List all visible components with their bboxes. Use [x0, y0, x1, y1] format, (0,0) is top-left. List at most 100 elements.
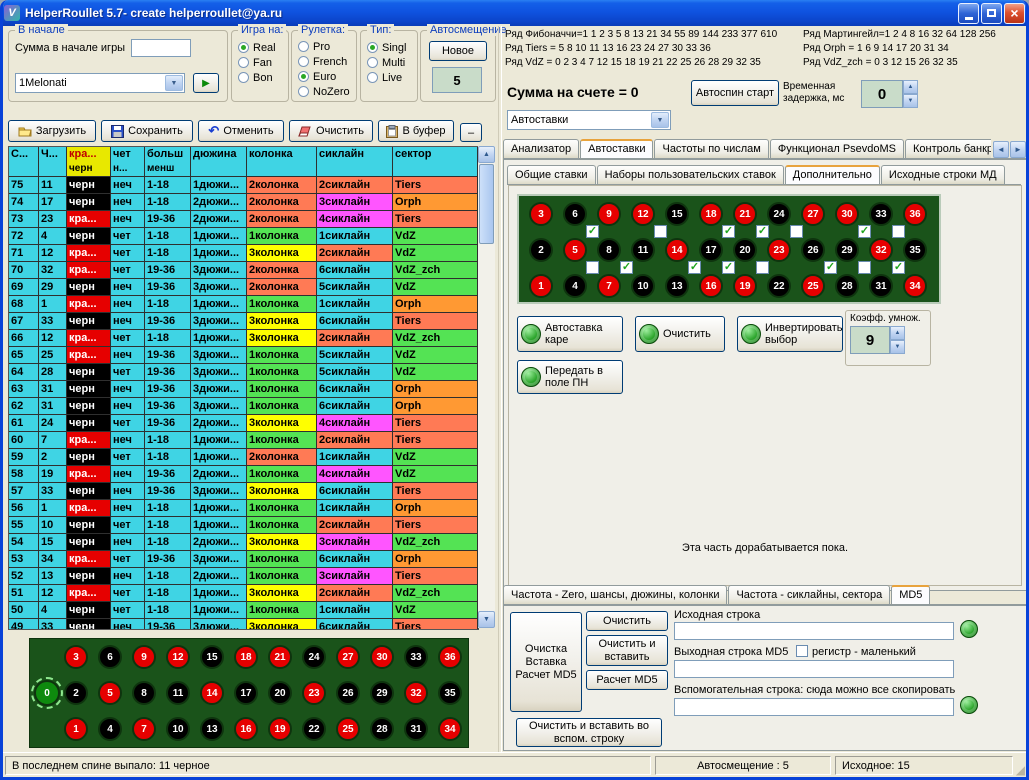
- bottom-tab-2[interactable]: MD5: [891, 585, 930, 604]
- autospin-button[interactable]: Автоспин старт: [691, 80, 779, 106]
- roulette-number[interactable]: 36: [438, 645, 462, 669]
- play-button[interactable]: ▶: [193, 73, 219, 93]
- clear-button[interactable]: Очистить: [289, 120, 373, 142]
- radio-option-live[interactable]: Live: [361, 70, 417, 85]
- to-buffer-button[interactable]: В буфер: [378, 120, 454, 142]
- load-button[interactable]: Загрузить: [8, 120, 96, 142]
- md5-case-option[interactable]: регистр - маленький: [796, 645, 916, 658]
- roulette-number[interactable]: 33: [869, 202, 893, 226]
- roulette-number[interactable]: 36: [903, 202, 927, 226]
- roulette-number[interactable]: 5: [563, 238, 587, 262]
- main-tab-1[interactable]: Автоставки: [580, 139, 653, 158]
- roulette-number[interactable]: 26: [336, 681, 360, 705]
- sub-tab-2[interactable]: Дополнительно: [785, 165, 880, 184]
- sub-tab-0[interactable]: Общие ставки: [507, 165, 596, 184]
- sub-tab-1[interactable]: Наборы пользовательских ставок: [597, 165, 784, 184]
- roulette-number[interactable]: 11: [166, 681, 190, 705]
- corner-bet-checkbox[interactable]: ✓: [824, 261, 837, 274]
- roulette-number[interactable]: 35: [438, 681, 462, 705]
- scroll-down-button[interactable]: ▼: [478, 611, 495, 628]
- corner-bet-checkbox[interactable]: [790, 225, 803, 238]
- roulette-number[interactable]: 8: [597, 238, 621, 262]
- roulette-number[interactable]: 6: [563, 202, 587, 226]
- roulette-number[interactable]: 14: [665, 238, 689, 262]
- roulette-number[interactable]: 7: [597, 274, 621, 298]
- md5-clear-button[interactable]: Очистить: [586, 611, 668, 631]
- roulette-number[interactable]: 2: [529, 238, 553, 262]
- chevron-down-icon[interactable]: ▼: [651, 112, 669, 128]
- main-tab-3[interactable]: Функционал PsevdoMS: [770, 139, 904, 158]
- roulette-number[interactable]: 26: [801, 238, 825, 262]
- roulette-number[interactable]: 16: [699, 274, 723, 298]
- chevron-down-icon[interactable]: ▼: [165, 75, 183, 91]
- roulette-number[interactable]: 6: [98, 645, 122, 669]
- roulette-number[interactable]: 8: [132, 681, 156, 705]
- bottom-tab-1[interactable]: Частота - сиклайны, сектора: [728, 585, 890, 604]
- bottom-tab-0[interactable]: Частота - Zero, шансы, дюжины, колонки: [503, 585, 727, 604]
- roulette-number[interactable]: 29: [370, 681, 394, 705]
- radio-option-real[interactable]: Real: [232, 40, 288, 55]
- radio-option-bon[interactable]: Bon: [232, 70, 288, 85]
- roulette-number[interactable]: 13: [665, 274, 689, 298]
- corner-bet-checkbox[interactable]: [654, 225, 667, 238]
- title-bar[interactable]: V HelperRoullet 5.7- create helperroulle…: [0, 0, 1029, 26]
- roulette-number[interactable]: 18: [234, 645, 258, 669]
- radio-option-multi[interactable]: Multi: [361, 55, 417, 70]
- roulette-number[interactable]: 17: [699, 238, 723, 262]
- corner-bet-checkbox[interactable]: ✓: [620, 261, 633, 274]
- preset-combo[interactable]: 1Melonati ▼: [15, 73, 185, 93]
- corner-bet-checkbox[interactable]: ✓: [892, 261, 905, 274]
- roulette-number[interactable]: 33: [404, 645, 428, 669]
- tabs-scroll-left-button[interactable]: ◄: [993, 141, 1009, 158]
- roulette-number[interactable]: 34: [438, 717, 462, 741]
- roulette-number[interactable]: 10: [166, 717, 190, 741]
- main-tab-0[interactable]: Анализатор: [503, 139, 579, 158]
- md5-calc-button[interactable]: Расчет MD5: [586, 670, 668, 690]
- corner-bet-checkbox[interactable]: ✓: [722, 261, 735, 274]
- roulette-number[interactable]: 9: [597, 202, 621, 226]
- roulette-number[interactable]: 29: [835, 238, 859, 262]
- corner-bet-checkbox[interactable]: [892, 225, 905, 238]
- roulette-number[interactable]: 15: [200, 645, 224, 669]
- roulette-number[interactable]: 23: [767, 238, 791, 262]
- spin-up-button[interactable]: ▲: [890, 326, 905, 340]
- roulette-number[interactable]: 2: [64, 681, 88, 705]
- roulette-number[interactable]: 10: [631, 274, 655, 298]
- roulette-number[interactable]: 32: [404, 681, 428, 705]
- sub-tab-3[interactable]: Исходные строки МД: [881, 165, 1005, 184]
- roulette-number[interactable]: 17: [234, 681, 258, 705]
- roulette-number[interactable]: 11: [631, 238, 655, 262]
- undo-button[interactable]: ↶ Отменить: [198, 120, 284, 142]
- autobets-combo[interactable]: Автоставки ▼: [507, 110, 671, 130]
- roulette-number[interactable]: 12: [631, 202, 655, 226]
- corner-bet-checkbox[interactable]: [858, 261, 871, 274]
- roulette-number[interactable]: 12: [166, 645, 190, 669]
- corner-bet-checkbox[interactable]: ✓: [586, 225, 599, 238]
- roulette-number[interactable]: 24: [302, 645, 326, 669]
- main-tab-2[interactable]: Частоты по числам: [654, 139, 768, 158]
- roulette-number[interactable]: 18: [699, 202, 723, 226]
- roulette-number[interactable]: 31: [869, 274, 893, 298]
- roulette-number[interactable]: 25: [801, 274, 825, 298]
- roulette-number[interactable]: 27: [801, 202, 825, 226]
- spin-down-button[interactable]: ▼: [903, 94, 918, 108]
- collapse-button[interactable]: –: [460, 123, 482, 142]
- md5-aux-input[interactable]: [674, 698, 954, 716]
- radio-option-nozero[interactable]: NoZero: [292, 84, 356, 99]
- roulette-number[interactable]: 0: [34, 680, 60, 706]
- radio-option-fan[interactable]: Fan: [232, 55, 288, 70]
- roulette-number[interactable]: 4: [98, 717, 122, 741]
- roulette-number[interactable]: 27: [336, 645, 360, 669]
- roulette-number[interactable]: 28: [835, 274, 859, 298]
- start-sum-input[interactable]: [131, 39, 191, 57]
- roulette-number[interactable]: 28: [370, 717, 394, 741]
- corner-bet-checkbox[interactable]: [756, 261, 769, 274]
- minimize-button[interactable]: [958, 3, 979, 24]
- roulette-number[interactable]: 20: [733, 238, 757, 262]
- roulette-number[interactable]: 31: [404, 717, 428, 741]
- roulette-number[interactable]: 22: [767, 274, 791, 298]
- roulette-number[interactable]: 13: [200, 717, 224, 741]
- roulette-number[interactable]: 5: [98, 681, 122, 705]
- md5-clear-paste-button[interactable]: Очистить и вставить: [586, 635, 668, 666]
- roulette-number[interactable]: 35: [903, 238, 927, 262]
